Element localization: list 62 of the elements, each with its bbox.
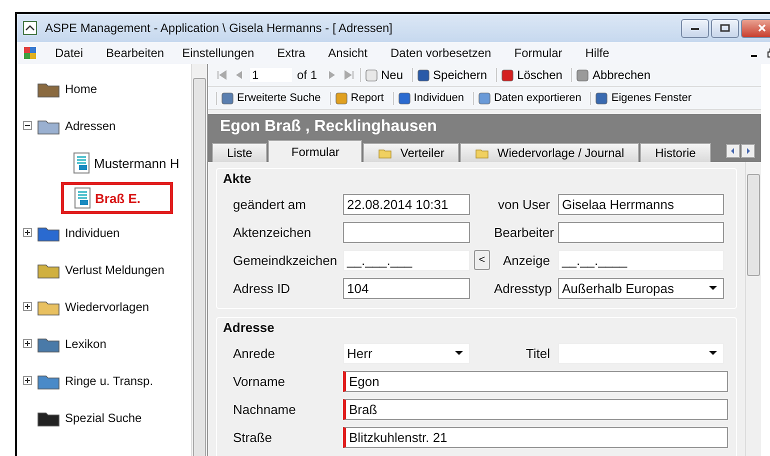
toolbar-button[interactable]: Neu: [360, 68, 408, 82]
lookup-button[interactable]: <: [474, 250, 490, 270]
input-field[interactable]: Egon: [343, 370, 728, 392]
field-label: Anrede: [232, 346, 276, 360]
menu-item[interactable]: Bearbeiten: [106, 46, 164, 60]
field-label: Nachname: [232, 402, 297, 416]
tree-item[interactable]: Spezial Suche: [65, 410, 142, 424]
input-field[interactable]: 22.08.2014 10:31: [343, 194, 470, 214]
tab[interactable]: Verteiler: [363, 143, 460, 162]
toolbar-button[interactable]: Report: [330, 92, 388, 104]
toolbar-button[interactable]: Individuen: [392, 92, 468, 104]
dropdown[interactable]: Außerhalb Europas: [558, 278, 724, 298]
menu-item[interactable]: Einstellungen: [182, 46, 254, 60]
menu-item[interactable]: Extra: [277, 46, 306, 60]
menu-item[interactable]: Ansicht: [328, 46, 368, 60]
field-label: geändert am: [232, 196, 307, 212]
input-field[interactable]: Braß: [343, 398, 728, 420]
tree-item[interactable]: Home: [65, 82, 98, 96]
section-title: Adresse: [223, 320, 276, 335]
field-label: Vorname: [232, 374, 286, 388]
tree-item[interactable]: Adressen: [65, 118, 116, 132]
tree-item[interactable]: Individuen: [65, 226, 120, 240]
field-label: Aktenzeichen: [232, 224, 312, 240]
input-field[interactable]: Blitzkuhlenstr. 21: [343, 426, 728, 448]
menu-item[interactable]: Daten vorbesetzen: [390, 46, 492, 60]
tab[interactable]: Wiedervorlage / Journal: [460, 143, 640, 162]
toolbar-button[interactable]: Löschen: [496, 68, 566, 82]
field-label: Bearbeiter: [494, 224, 555, 240]
input-field[interactable]: 104: [343, 278, 470, 298]
field-label: Adress ID: [232, 280, 292, 296]
page-field[interactable]: 1: [250, 68, 292, 82]
toolbar-button[interactable]: Speichern: [412, 68, 492, 82]
field-label: Gemeindkzeichen: [232, 252, 338, 268]
tab[interactable]: Formular: [268, 140, 362, 162]
menu-item[interactable]: Datei: [55, 46, 84, 60]
tree-item[interactable]: Mustermann H: [94, 156, 180, 170]
tab[interactable]: Liste: [212, 143, 268, 162]
toolbar-button[interactable]: Daten exportieren: [472, 92, 586, 104]
tree-item[interactable]: Verlust Meldungen: [65, 262, 164, 276]
field-label: Titel: [524, 346, 551, 360]
dropdown[interactable]: Herr: [343, 342, 470, 364]
input-field[interactable]: __.___.___: [343, 250, 470, 270]
menu-item[interactable]: Formular: [514, 46, 562, 60]
menu-item[interactable]: Hilfe: [585, 46, 610, 60]
toolbar-button[interactable]: Abbrechen: [571, 68, 654, 82]
input-field[interactable]: Giselaa Herrmanns: [558, 194, 724, 214]
field-label: Anzeige: [502, 252, 551, 268]
tab[interactable]: Historie: [640, 143, 711, 162]
field-label: Adresstyp: [494, 280, 553, 296]
section-title: Akte: [223, 171, 252, 186]
input-field[interactable]: __.__.____: [558, 250, 724, 270]
selected-tree-item[interactable]: Braß E.: [61, 182, 173, 214]
toolbar-button[interactable]: Eigenes Fenster: [590, 92, 696, 104]
toolbar-button[interactable]: Erweiterte Suche: [216, 92, 325, 104]
record-header: Egon Braß , Recklinghausen: [208, 114, 761, 140]
field-label: von User: [496, 196, 551, 212]
window-title: ASPE Management - Application \ Gisela Hermanns - [ Adressen]: [45, 21, 393, 35]
tree-item[interactable]: Wiedervorlagen: [65, 300, 150, 314]
field-label: Straße: [232, 430, 274, 444]
tree-item[interactable]: Lexikon: [65, 336, 106, 350]
page-count: of 1: [297, 68, 318, 82]
tree-item[interactable]: Ringe u. Transp.: [65, 374, 154, 388]
